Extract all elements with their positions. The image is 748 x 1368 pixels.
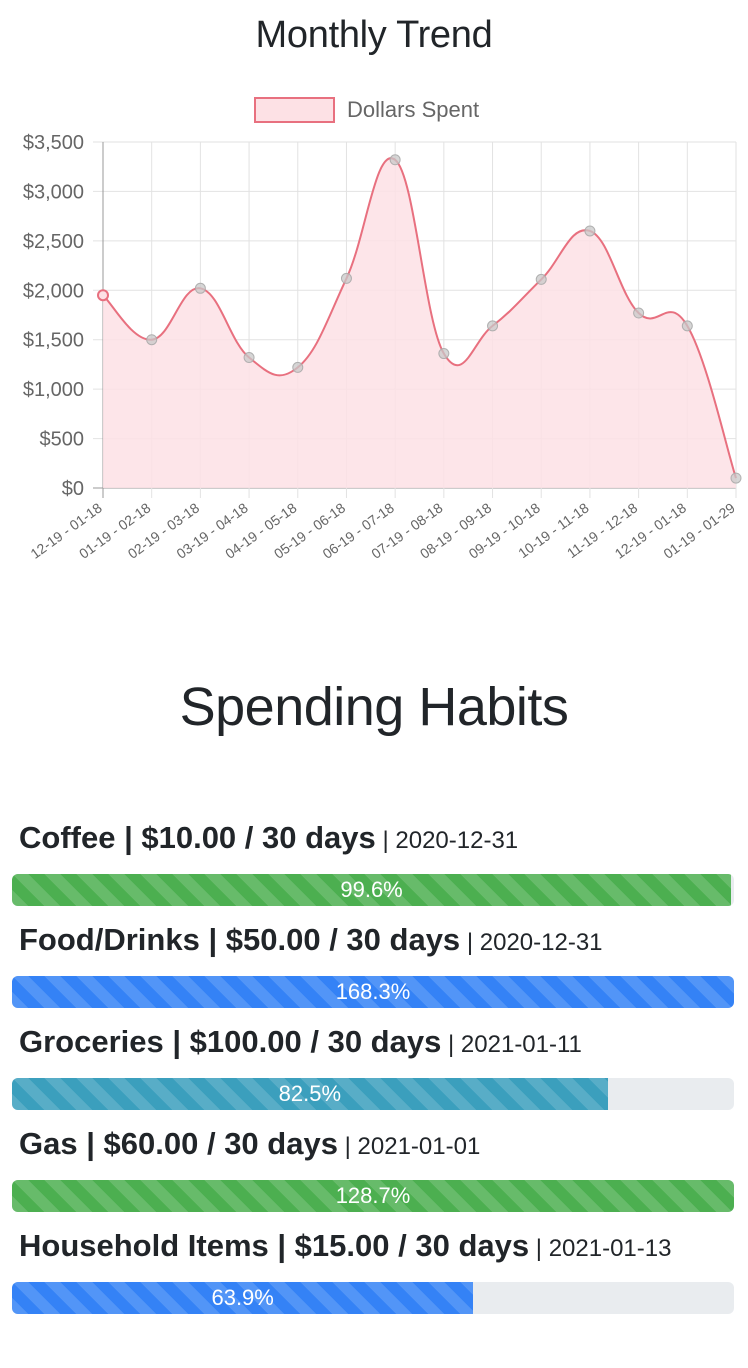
- habit-date: 2021-01-13: [548, 1235, 672, 1262]
- habit-name: Groceries: [19, 1024, 164, 1059]
- progress-label: 168.3%: [335, 979, 411, 1004]
- data-point: [340, 272, 352, 284]
- progress-bar-fill: 63.9%: [12, 1282, 474, 1314]
- habit-date: 2020-12-31: [395, 827, 519, 854]
- y-tick-label: $500: [40, 429, 85, 451]
- progress-bar-fill: 128.7%: [12, 1180, 734, 1212]
- progress-bar: 99.6%: [12, 874, 734, 906]
- progress-label: 128.7%: [335, 1183, 411, 1208]
- spending-habits-title: Spending Habits: [179, 677, 569, 737]
- data-point: [730, 472, 742, 484]
- habit-name: Food/Drinks: [19, 922, 200, 957]
- y-tick-label: $2,500: [23, 231, 84, 253]
- y-tick-label: $1,000: [23, 379, 84, 401]
- habit-amount: $60.00: [103, 1126, 199, 1161]
- progress-bar: 82.5%: [12, 1078, 734, 1110]
- habit-date: 2021-01-01: [357, 1133, 481, 1160]
- habit-item-gas: Gas | $60.00 / 30 days | 2021-01-01 128.…: [0, 1124, 748, 1226]
- habit-item-groceries: Groceries | $100.00 / 30 days | 2021-01-…: [0, 1022, 748, 1124]
- habit-date: 2021-01-11: [460, 1031, 582, 1058]
- chart-title: Monthly Trend: [255, 14, 493, 56]
- y-tick-label: $0: [62, 478, 84, 500]
- data-point: [146, 334, 158, 346]
- legend-swatch: [254, 97, 335, 123]
- habit-period: 30 days: [224, 1126, 338, 1161]
- data-point: [194, 282, 206, 294]
- progress-bar: 168.3%: [12, 976, 734, 1008]
- progress-label: 99.6%: [340, 877, 403, 902]
- progress-bar-fill: 99.6%: [12, 874, 732, 906]
- spending-habits-list: Coffee | $10.00 / 30 days | 2020-12-31 9…: [0, 818, 748, 1328]
- habit-header: Coffee | $10.00 / 30 days | 2020-12-31: [19, 820, 519, 855]
- progress-label: 82.5%: [278, 1081, 342, 1106]
- habit-period: 30 days: [346, 922, 461, 957]
- data-point: [97, 289, 109, 302]
- habit-amount: $100.00: [189, 1024, 302, 1059]
- progress-bar-fill: 82.5%: [12, 1078, 608, 1110]
- legend-label: Dollars Spent: [347, 97, 479, 122]
- data-point: [535, 273, 547, 285]
- y-tick-label: $3,000: [23, 181, 84, 203]
- habit-header: Food/Drinks | $50.00 / 30 days | 2020-12…: [19, 922, 603, 957]
- data-point: [584, 225, 596, 237]
- data-point: [633, 307, 645, 319]
- habit-period: 30 days: [327, 1024, 442, 1059]
- progress-bar: 128.7%: [12, 1180, 734, 1212]
- habit-name: Household Items: [19, 1228, 269, 1263]
- habit-name: Coffee: [19, 820, 116, 855]
- habit-item-household-items: Household Items | $15.00 / 30 days | 202…: [0, 1226, 748, 1328]
- habit-header: Household Items | $15.00 / 30 days | 202…: [19, 1228, 672, 1263]
- data-point: [243, 352, 255, 364]
- y-tick-label: $2,000: [23, 280, 84, 302]
- data-point: [438, 348, 450, 360]
- habit-name: Gas: [19, 1126, 78, 1161]
- habit-amount: $50.00: [225, 922, 321, 957]
- habit-amount: $15.00: [294, 1228, 390, 1263]
- data-point: [681, 320, 693, 332]
- data-point: [487, 320, 499, 332]
- y-tick-label: $1,500: [23, 330, 84, 352]
- progress-bar: 63.9%: [12, 1282, 734, 1314]
- habit-item-food-drinks: Food/Drinks | $50.00 / 30 days | 2020-12…: [0, 920, 748, 1022]
- habit-header: Gas | $60.00 / 30 days | 2021-01-01: [19, 1126, 481, 1161]
- habit-amount: $10.00: [141, 820, 237, 855]
- data-point: [389, 154, 401, 166]
- habit-period: 30 days: [262, 820, 376, 855]
- monthly-trend-chart: Dollars Spent $0 $500 $1,000 $1,500 $2,000 $2,…: [23, 97, 742, 562]
- data-point: [292, 361, 304, 373]
- y-tick-label: $3,500: [23, 132, 84, 154]
- progress-bar-fill: 168.3%: [12, 976, 734, 1008]
- habit-header: Groceries | $100.00 / 30 days | 2021-01-…: [19, 1024, 582, 1059]
- habit-item-coffee: Coffee | $10.00 / 30 days | 2020-12-31 9…: [0, 818, 748, 920]
- progress-label: 63.9%: [211, 1285, 274, 1310]
- habit-date: 2020-12-31: [479, 929, 603, 956]
- habit-period: 30 days: [415, 1228, 530, 1263]
- series-area: [103, 158, 736, 489]
